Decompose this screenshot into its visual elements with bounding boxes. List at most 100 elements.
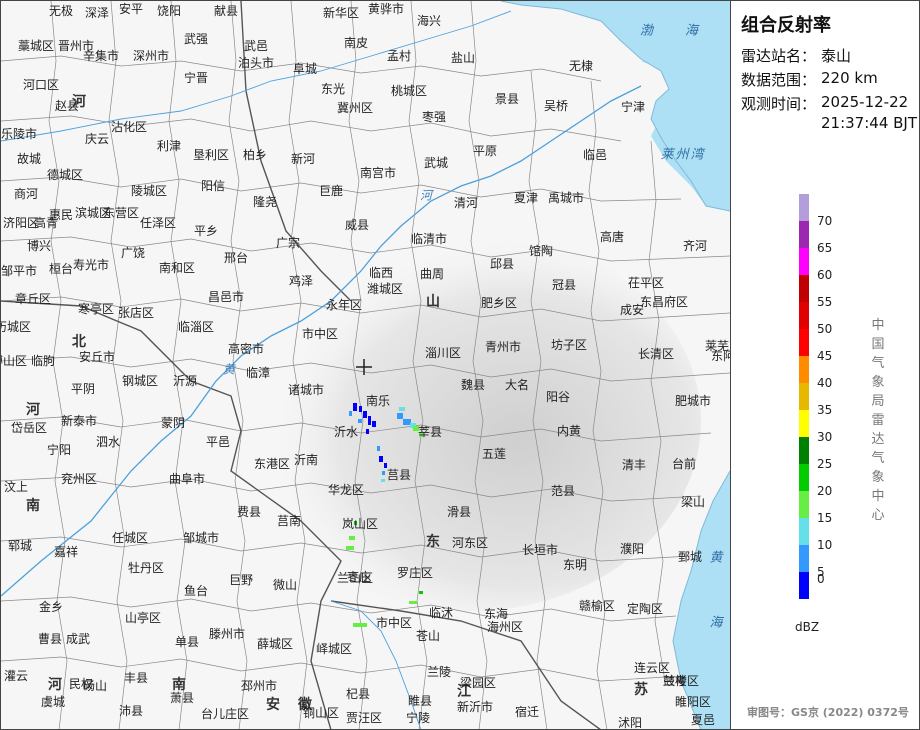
place-label: 高青	[33, 216, 59, 230]
legend-tick-label: 70	[817, 214, 833, 228]
place-label: 泊头市	[237, 56, 275, 70]
place-label: 岚山区	[341, 517, 379, 531]
river-label: 黄	[222, 362, 236, 377]
place-label: 河口区	[22, 78, 60, 92]
place-label: 任城区	[111, 531, 149, 545]
place-label: 定陶区	[626, 602, 664, 616]
legend-tick-label: 20	[817, 484, 833, 498]
place-label: 钢城区	[121, 374, 159, 388]
place-label: 潍城区	[366, 282, 404, 296]
place-label: 辛集市	[82, 49, 120, 63]
place-label: 桃城区	[390, 84, 428, 98]
place-label: 杞县	[345, 687, 371, 701]
place-label: 邢台	[223, 251, 249, 265]
place-label: 利津	[156, 139, 182, 153]
legend-swatch	[799, 383, 809, 410]
place-label: 广宗	[275, 236, 301, 250]
place-label: 新华区	[322, 6, 360, 20]
province-label: 东	[426, 534, 440, 550]
legend-tick-label: 65	[817, 241, 833, 255]
place-label: 华龙区	[327, 483, 365, 497]
place-label: 曲阜市	[168, 472, 206, 486]
legend-tick-label: 0	[817, 572, 825, 586]
place-label: 张店区	[117, 306, 155, 320]
place-label: 新沂市	[456, 700, 494, 714]
time-label: 观测时间：	[741, 95, 817, 113]
place-label: 灌云	[3, 669, 29, 683]
place-label: 嘉祥	[53, 545, 79, 559]
place-label: 枣庄	[346, 570, 372, 584]
place-label: 青州市	[484, 340, 522, 354]
place-label: 宿迁	[514, 705, 540, 719]
place-label: 阳信	[200, 179, 226, 193]
product-title: 组合反射率	[741, 15, 831, 36]
legend-tick-label: 15	[817, 511, 833, 525]
place-label: 禹城市	[547, 191, 585, 205]
place-label: 肥城市	[674, 394, 712, 408]
place-label: 历城区	[1, 320, 32, 334]
place-label: 临朐	[30, 354, 56, 368]
place-label: 贾汪区	[345, 711, 383, 725]
place-label: 夏邑	[690, 713, 716, 727]
place-label: 平阴	[70, 382, 96, 396]
place-label: 五莲	[481, 447, 507, 461]
place-label: 盐山	[450, 51, 476, 65]
place-label: 郓城	[7, 539, 33, 553]
place-label: 罗庄区	[396, 566, 434, 580]
legend-swatch	[799, 491, 809, 518]
place-label: 虞城	[40, 695, 66, 709]
place-label: 魏县	[460, 378, 486, 392]
province-label: 安	[266, 697, 280, 713]
place-label: 丰县	[123, 671, 149, 685]
place-label: 宁晋	[183, 71, 209, 85]
place-label: 章丘区	[14, 292, 52, 306]
place-label: 新泰市	[60, 414, 98, 428]
place-label: 巨野	[228, 573, 254, 587]
place-label: 冠县	[551, 278, 577, 292]
place-label: 武城	[423, 156, 449, 170]
legend-tick-label: 45	[817, 349, 833, 363]
province-label: 山	[426, 294, 440, 310]
legend-tick-label: 30	[817, 430, 833, 444]
place-label: 肥乡区	[480, 296, 518, 310]
place-label: 垦利区	[192, 148, 230, 162]
place-label: 阳谷	[545, 390, 571, 404]
place-label: 兰陵	[426, 665, 452, 679]
place-label: 南宫市	[359, 166, 397, 180]
province-label: 河	[26, 402, 40, 418]
place-label: 鼓楼区	[662, 674, 700, 688]
place-label: 陵城区	[130, 184, 168, 198]
place-label: 单县	[174, 635, 200, 649]
place-label: 梁园区	[459, 676, 497, 690]
place-label: 砀山	[82, 679, 108, 693]
legend-swatch	[799, 221, 809, 248]
place-label: 商河	[13, 187, 39, 201]
legend-swatch	[799, 572, 809, 599]
place-label: 平邑	[205, 435, 231, 449]
time-date: 2025-12-22	[821, 93, 909, 111]
place-label: 邱县	[489, 257, 515, 271]
place-label: 昌邑市	[207, 290, 245, 304]
place-label: 苍山	[415, 629, 441, 643]
place-label: 萧县	[169, 691, 195, 705]
legend-swatch	[799, 329, 809, 356]
place-label: 东海	[483, 607, 509, 621]
place-label: 广饶	[120, 246, 146, 260]
place-label: 成安	[619, 303, 645, 317]
legend-swatch	[799, 194, 809, 221]
place-label: 滕州市	[208, 627, 246, 641]
place-label: 莒县	[386, 468, 412, 482]
radar-map[interactable]: 渤 海 莱州湾 黄 海 河 北 河 南 山 东 江 苏 安 徽 河 南 河 黄 …	[1, 1, 731, 729]
place-label: 枣强	[421, 110, 447, 124]
place-label: 东阿	[710, 349, 730, 363]
place-label: 无极	[48, 4, 74, 18]
legend-swatch	[799, 248, 809, 275]
legend-swatch	[799, 275, 809, 302]
place-label: 临西	[368, 266, 394, 280]
place-label: 铜山区	[302, 706, 340, 720]
legend-unit: dBZ	[795, 620, 820, 634]
place-label: 成武	[65, 632, 91, 646]
place-label: 台前	[671, 457, 697, 471]
place-label: 武强	[183, 32, 209, 46]
organization-label: 中国气象局雷达气象中心	[871, 318, 885, 523]
